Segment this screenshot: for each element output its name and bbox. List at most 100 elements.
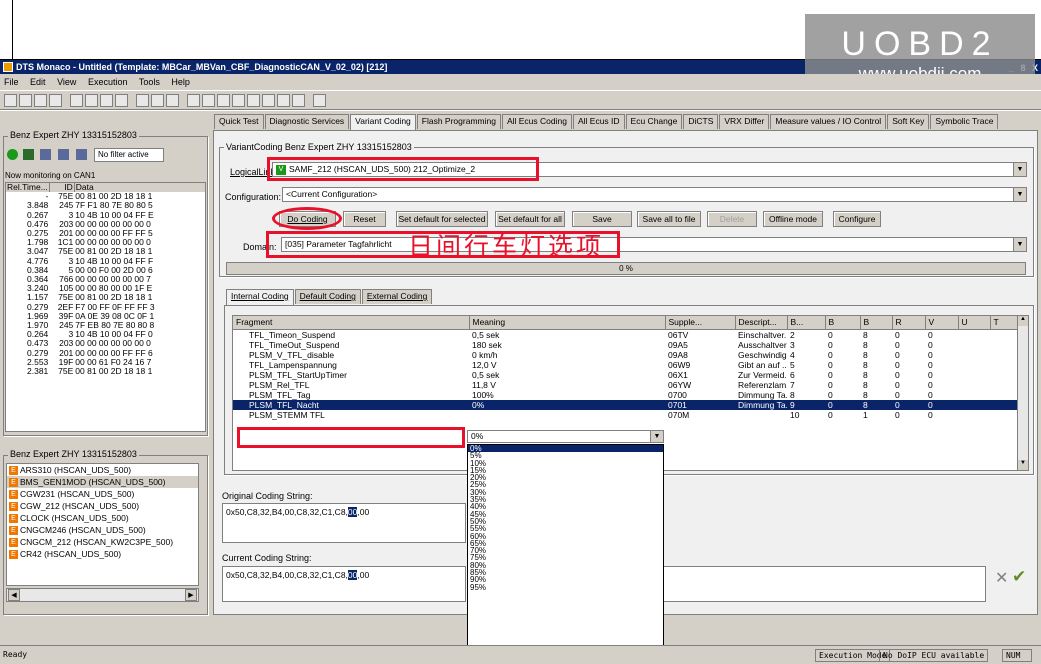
dropdown-option[interactable]: 70% bbox=[468, 546, 663, 554]
col-reltime[interactable]: Rel.Time... bbox=[6, 183, 50, 193]
ecu-list-item[interactable]: E ARS310 (HSCAN_UDS_500) bbox=[7, 464, 198, 476]
set-default-all-button[interactable]: Set default for all bbox=[495, 211, 565, 227]
paste-icon[interactable] bbox=[100, 94, 113, 107]
current-coding-string[interactable]: 0x50,C8,32,B4,00,C8,32,C1,C8,00,00 bbox=[222, 566, 466, 602]
copy-icon[interactable] bbox=[85, 94, 98, 107]
ecu-list-item[interactable]: E CLOCK (HSCAN_UDS_500) bbox=[7, 512, 198, 524]
dropdown-option[interactable]: 25% bbox=[468, 481, 663, 489]
chevron-down-icon[interactable]: ▼ bbox=[1013, 238, 1026, 251]
dropdown-option[interactable]: 85% bbox=[468, 568, 663, 576]
dropdown-option[interactable]: 40% bbox=[468, 503, 663, 511]
dropdown-option[interactable]: 55% bbox=[468, 525, 663, 533]
gear-icon[interactable] bbox=[292, 94, 305, 107]
ecu-list-item[interactable]: E CNGCM246 (HSCAN_UDS_500) bbox=[7, 524, 198, 536]
config-icon[interactable] bbox=[277, 94, 290, 107]
save-icon[interactable] bbox=[49, 94, 62, 107]
tab-symbolic-trace[interactable]: Symbolic Trace bbox=[930, 114, 999, 129]
grid-col-header[interactable]: B bbox=[825, 316, 861, 330]
tab-quick-test[interactable]: Quick Test bbox=[214, 114, 264, 129]
grid-row[interactable]: PLSM_Rel_TFL 11,8 V 06YW Referenzlam...7 0 8 0… bbox=[233, 380, 1028, 390]
grid-row[interactable]: TFL_TimeOut_Suspend 180 sek 09A5 Ausschaltv… bbox=[233, 340, 1028, 350]
help-icon[interactable] bbox=[313, 94, 326, 107]
layout-icon[interactable] bbox=[136, 94, 149, 107]
ecu-list-item[interactable]: E CNGCM_212 (HSCAN_KW2C3PE_500) bbox=[7, 536, 198, 548]
new-icon[interactable] bbox=[4, 94, 17, 107]
ecu-hscroll[interactable]: ◀ ▶ bbox=[6, 588, 199, 602]
menu-file[interactable]: File bbox=[4, 77, 19, 87]
tool-icon[interactable] bbox=[187, 94, 200, 107]
tab-diagnostic-services[interactable]: Diagnostic Services bbox=[264, 114, 350, 129]
start-icon[interactable] bbox=[7, 149, 18, 160]
tab-vrx-differ[interactable]: VRX Differ bbox=[719, 114, 770, 129]
tab-all-ecus-id[interactable]: All Ecus ID bbox=[572, 114, 625, 129]
grid-vscroll[interactable]: ▲ ▼ bbox=[1017, 316, 1028, 470]
stop-icon[interactable] bbox=[202, 94, 215, 107]
can-row[interactable]: 2.381 75E 00 81 00 2D 18 18 1 bbox=[6, 366, 205, 376]
tab-ecu-change[interactable]: Ecu Change bbox=[625, 114, 683, 129]
grid-col-header[interactable]: Meaning bbox=[469, 316, 666, 330]
play-icon[interactable] bbox=[76, 149, 87, 160]
ecu-list[interactable]: E ARS310 (HSCAN_UDS_500) E BMS_GEN1MOD (HSC… bbox=[6, 463, 199, 586]
dropdown-option[interactable]: 45% bbox=[468, 510, 663, 518]
dropdown-option[interactable]: 30% bbox=[468, 488, 663, 496]
reset-button[interactable]: Reset bbox=[343, 211, 386, 227]
configuration-select[interactable]: <Current Configuration> ▼ bbox=[282, 187, 1027, 202]
grid-col-header[interactable]: Descript... bbox=[735, 316, 788, 330]
filter-status[interactable]: No filter active bbox=[94, 148, 164, 162]
grid-row[interactable]: TFL_Timeon_Suspend 0,5 sek 06TV Einschaltve… bbox=[233, 329, 1028, 340]
open-icon[interactable] bbox=[19, 94, 32, 107]
dropdown-option[interactable]: 15% bbox=[468, 466, 663, 474]
grid-col-header[interactable]: U bbox=[958, 316, 991, 330]
grid-row[interactable]: PLSM_V_TFL_disable 0 km/h 09A8 Geschwindig.… bbox=[233, 350, 1028, 360]
forward-icon[interactable] bbox=[58, 149, 69, 160]
window-icon[interactable] bbox=[151, 94, 164, 107]
grid-row[interactable]: TFL_Lampenspannung 12,0 V 06W9 Gibt an auf … bbox=[233, 360, 1028, 370]
dropdown-option[interactable]: 80% bbox=[468, 561, 663, 569]
reject-icon[interactable]: ✕ bbox=[995, 568, 1008, 588]
save-button[interactable]: Save bbox=[572, 211, 632, 227]
dropdown-option[interactable]: 20% bbox=[468, 474, 663, 482]
dropdown-option[interactable]: 60% bbox=[468, 532, 663, 540]
accept-icon[interactable]: ✔ bbox=[1012, 567, 1026, 587]
grid-col-header[interactable]: Supple... bbox=[665, 316, 736, 330]
tab-default-coding[interactable]: Default Coding bbox=[294, 289, 361, 304]
dropdown-option[interactable]: 50% bbox=[468, 517, 663, 525]
tab-dicts[interactable]: DiCTS bbox=[683, 114, 719, 129]
ecu-list-item[interactable]: E CGW231 (HSCAN_UDS_500) bbox=[7, 488, 198, 500]
dropdown-option[interactable]: 75% bbox=[468, 554, 663, 562]
grid-col-header[interactable]: Fragment bbox=[233, 316, 470, 330]
tab-variant-coding[interactable]: Variant Coding bbox=[350, 114, 416, 131]
save-all-to-file-button[interactable]: Save all to file bbox=[637, 211, 701, 227]
menu-edit[interactable]: Edit bbox=[30, 77, 46, 87]
original-coding-string[interactable]: 0x50,C8,32,B4,00,C8,32,C1,C8,00,00 bbox=[222, 503, 466, 543]
can-message-list[interactable]: Rel.Time... ID Data -75E 00 81 00 2D 18 1… bbox=[5, 182, 206, 432]
dropdown-option[interactable]: 35% bbox=[468, 495, 663, 503]
chevron-down-icon[interactable]: ▼ bbox=[1013, 188, 1026, 201]
chevron-down-icon[interactable]: ▼ bbox=[650, 431, 663, 442]
grid-col-header[interactable]: R bbox=[892, 316, 926, 330]
scroll-down-icon[interactable]: ▼ bbox=[1018, 460, 1028, 470]
dropdown-option[interactable]: 95% bbox=[468, 583, 663, 591]
menu-view[interactable]: View bbox=[57, 77, 76, 87]
dropdown-option[interactable]: 0% bbox=[468, 445, 663, 453]
delete-icon[interactable] bbox=[115, 94, 128, 107]
menu-tools[interactable]: Tools bbox=[139, 77, 160, 87]
set-default-selected-button[interactable]: Set default for selected bbox=[396, 211, 488, 227]
ecu-icon[interactable] bbox=[232, 94, 245, 107]
dropdown-option[interactable]: 10% bbox=[468, 459, 663, 467]
tab-all-ecus-coding[interactable]: All Ecus Coding bbox=[501, 114, 572, 129]
delete-button[interactable]: Delete bbox=[707, 211, 757, 227]
open-folder-icon[interactable] bbox=[34, 94, 47, 107]
ecu-list-item[interactable]: E CR42 (HSCAN_UDS_500) bbox=[7, 548, 198, 560]
trace-icon[interactable] bbox=[262, 94, 275, 107]
offline-mode-button[interactable]: Offline mode bbox=[763, 211, 823, 227]
tab-measure-values[interactable]: Measure values / IO Control bbox=[770, 114, 887, 129]
grid-col-header[interactable]: V bbox=[925, 316, 959, 330]
configure-button[interactable]: Configure bbox=[833, 211, 881, 227]
menu-execution[interactable]: Execution bbox=[88, 77, 128, 87]
scroll-up-icon[interactable]: ▲ bbox=[1018, 316, 1028, 326]
panel-icon[interactable] bbox=[166, 94, 179, 107]
grid-row[interactable]: PLSM_STEMM TFL 070M 10 0 1 0 0 bbox=[233, 410, 1028, 420]
grid-row[interactable]: PLSM_TFL_Nacht0%0701Dimmung Ta...90800 bbox=[233, 399, 1028, 410]
dropdown-option[interactable]: 5% bbox=[468, 452, 663, 460]
